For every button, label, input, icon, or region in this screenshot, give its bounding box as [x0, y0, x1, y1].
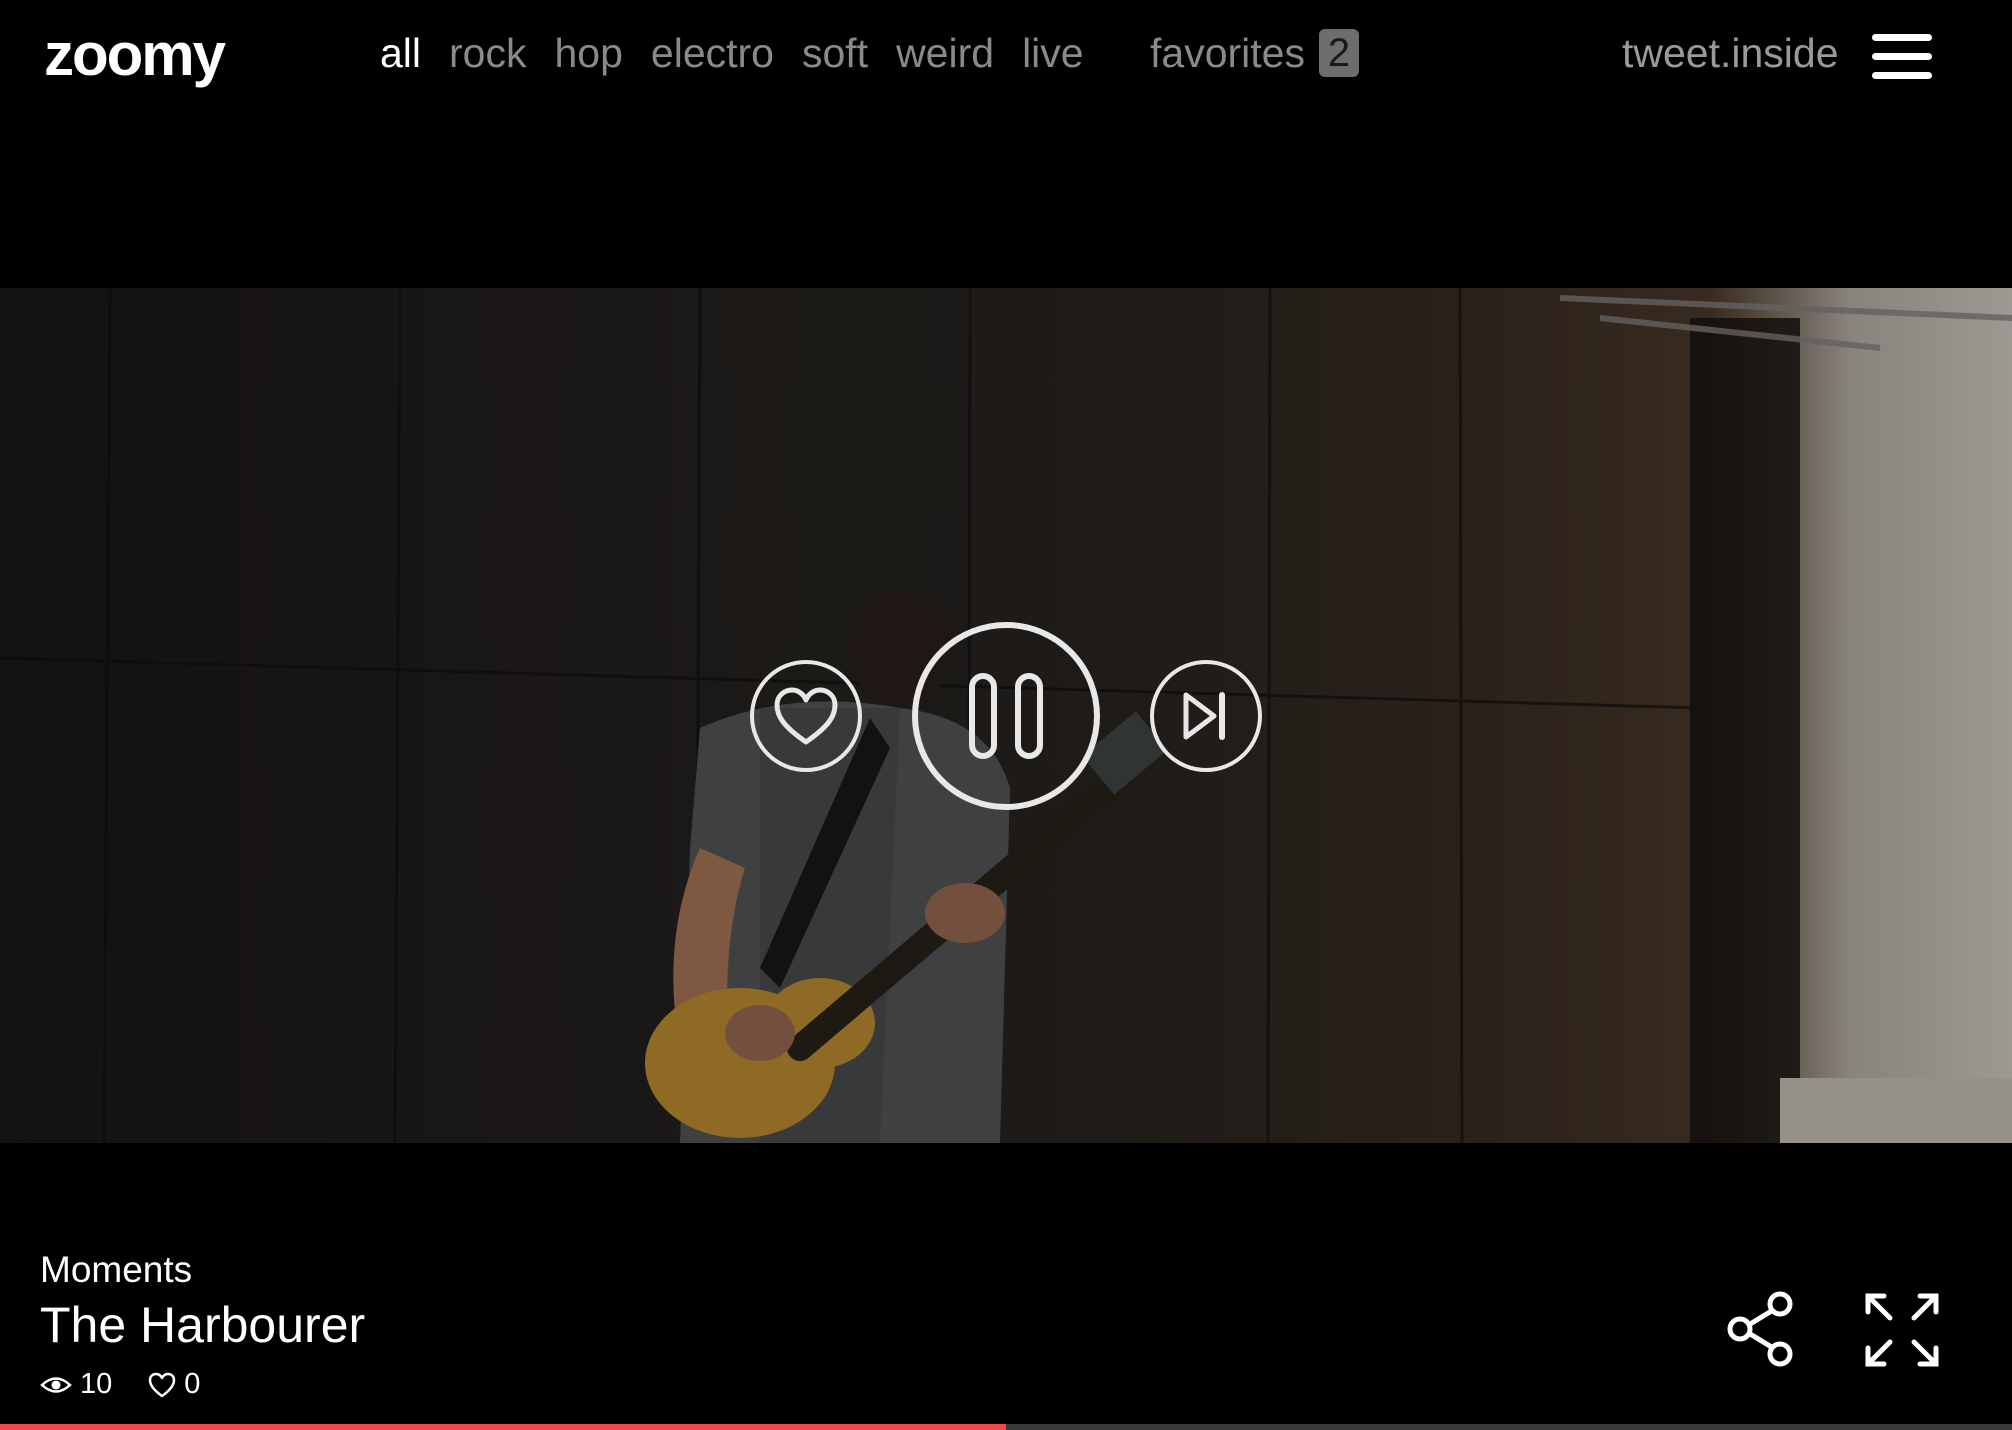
- heart-outline-icon: [149, 1372, 176, 1397]
- heart-icon: [774, 687, 838, 745]
- track-title: The Harbourer: [40, 1297, 366, 1353]
- nav-item-all[interactable]: all: [380, 28, 421, 78]
- top-bar: zoomy all rock hop electro soft weird li…: [0, 0, 2012, 110]
- share-icon: [1727, 1291, 1793, 1367]
- nav-item-soft[interactable]: soft: [802, 28, 868, 78]
- pause-icon: [969, 673, 1043, 759]
- tweet-inside-link[interactable]: tweet.inside: [1622, 28, 1839, 78]
- progress-bar[interactable]: [0, 1424, 2012, 1430]
- album-name[interactable]: Moments: [40, 1248, 365, 1292]
- pause-button[interactable]: [912, 622, 1100, 810]
- track-stats: 10 0: [40, 1368, 365, 1401]
- favorites-link[interactable]: favorites 2: [1150, 28, 1359, 78]
- views-stat: 10: [40, 1368, 112, 1401]
- video-player[interactable]: [0, 288, 2012, 1143]
- share-button[interactable]: [1726, 1290, 1796, 1368]
- nav-item-weird[interactable]: weird: [896, 28, 994, 78]
- skip-next-icon: [1183, 692, 1225, 740]
- likes-count: 0: [184, 1368, 201, 1400]
- track-info: Moments The Harbourer 10 0: [40, 1248, 365, 1401]
- hamburger-icon[interactable]: [1872, 34, 1932, 80]
- nav-item-live[interactable]: live: [1022, 28, 1084, 78]
- eye-icon: [40, 1376, 72, 1393]
- nav-item-electro[interactable]: electro: [651, 28, 774, 78]
- likes-stat: 0: [148, 1368, 200, 1401]
- logo[interactable]: zoomy: [44, 20, 226, 90]
- favorites-label: favorites: [1150, 29, 1305, 76]
- next-track-button[interactable]: [1150, 660, 1262, 772]
- nav-item-rock[interactable]: rock: [449, 28, 526, 78]
- views-count: 10: [80, 1368, 113, 1400]
- progress-fill: [0, 1424, 1006, 1430]
- favorites-count-badge: 2: [1318, 29, 1359, 77]
- expand-icon: [1865, 1293, 1939, 1367]
- genre-nav: all rock hop electro soft weird live: [380, 28, 1112, 78]
- like-button[interactable]: [750, 660, 862, 772]
- nav-item-hop[interactable]: hop: [555, 28, 623, 78]
- fullscreen-button[interactable]: [1862, 1290, 1942, 1370]
